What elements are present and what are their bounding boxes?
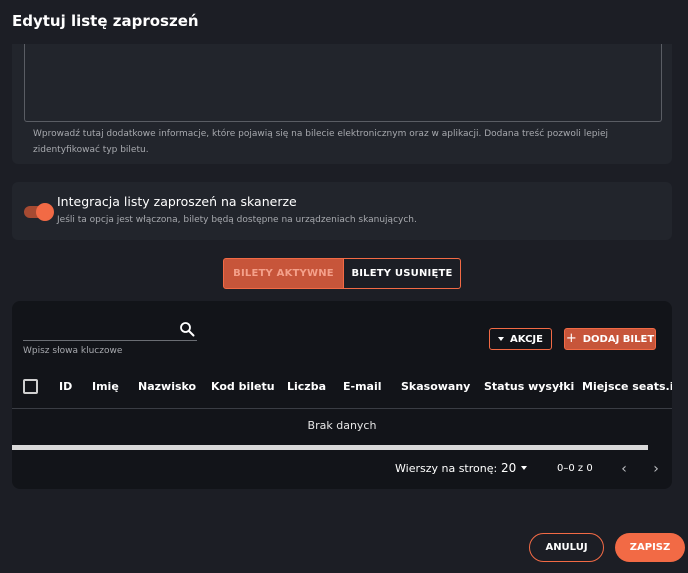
description-helper-text: Wprowadź tutaj dodatkowe informacje, któ… [33, 129, 608, 155]
plus-icon: + [565, 331, 577, 346]
scanner-subtitle: Jeśli ta opcja jest włączona, bilety będ… [57, 215, 417, 225]
actions-label: AKCJE [510, 333, 543, 345]
empty-state: Brak danych [307, 419, 377, 432]
search-icon[interactable] [179, 321, 195, 337]
column-header-send-status[interactable]: Status wysyłki [484, 380, 574, 393]
column-header-first-name[interactable]: Imię [92, 380, 119, 393]
select-all-checkbox[interactable] [23, 379, 38, 394]
toggle-knob [36, 203, 54, 221]
previous-page-icon[interactable]: ‹ [617, 461, 631, 477]
ticket-tabs: BILETY AKTYWNE BILETY USUNIĘTE [223, 258, 461, 289]
column-header-seats-io[interactable]: Miejsce seats.io [582, 380, 672, 393]
description-textarea[interactable] [24, 44, 662, 122]
caret-down-icon [498, 337, 505, 341]
column-header-id[interactable]: ID [59, 380, 72, 393]
scanner-integration-card: Integracja listy zaproszeń na skanerze J… [12, 182, 672, 240]
rows-per-page-label: Wierszy na stronę: [395, 462, 498, 475]
scanner-title: Integracja listy zaproszeń na skanerze [57, 194, 297, 209]
table-header: ID Imię Nazwisko Kod biletu Liczba E-mai… [12, 367, 672, 409]
rows-per-page-value: 20 [501, 461, 517, 475]
add-ticket-label: DODAJ BILET [582, 333, 655, 345]
modal-title: Edytuj listę zaproszeń [12, 12, 199, 30]
actions-button[interactable]: AKCJE [489, 328, 552, 350]
scanner-toggle[interactable] [24, 203, 54, 221]
tab-deleted-tickets[interactable]: BILETY USUNIĘTE [344, 258, 461, 289]
horizontal-scrollbar[interactable] [12, 445, 648, 450]
column-header-email[interactable]: E-mail [343, 380, 382, 393]
next-page-icon[interactable]: › [649, 461, 663, 477]
description-card: Wprowadź tutaj dodatkowe informacje, któ… [12, 44, 672, 164]
add-ticket-button[interactable]: + DODAJ BILET [564, 328, 656, 350]
column-header-last-name[interactable]: Nazwisko [138, 380, 196, 393]
tickets-table-card: Wpisz słowa kluczowe AKCJE + DODAJ BILET… [12, 301, 672, 489]
column-header-validated[interactable]: Skasowany [401, 380, 470, 393]
chevron-down-icon [521, 466, 528, 470]
cancel-button[interactable]: ANULUJ [529, 533, 604, 562]
save-button[interactable]: ZAPISZ [615, 533, 685, 562]
search-input[interactable] [23, 319, 197, 341]
column-header-ticket-code[interactable]: Kod biletu [211, 380, 275, 393]
column-header-quantity[interactable]: Liczba [287, 380, 326, 393]
pagination-range: 0–0 z 0 [557, 463, 593, 474]
rows-per-page-select[interactable]: 20 [501, 461, 528, 475]
tab-active-tickets[interactable]: BILETY AKTYWNE [223, 258, 344, 289]
search-hint: Wpisz słowa kluczowe [23, 346, 123, 356]
